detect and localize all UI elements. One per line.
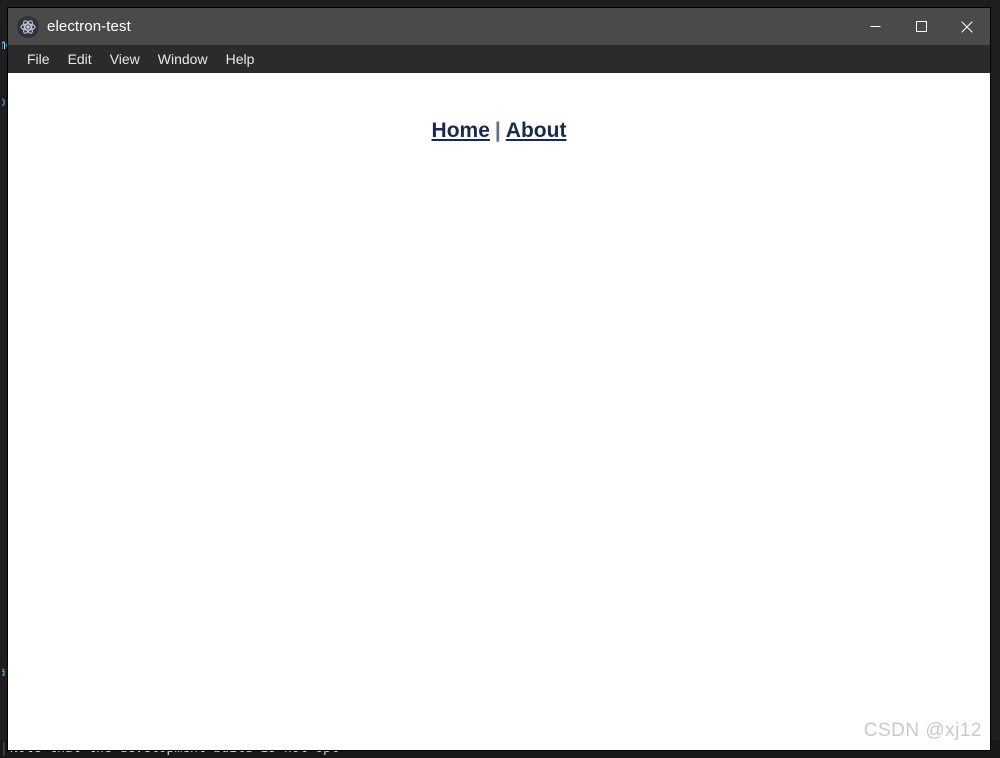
page-nav: Home | About [8,119,990,143]
maximize-icon [915,21,927,32]
nav-link-home[interactable]: Home [432,119,490,142]
maximize-button[interactable] [898,8,944,45]
window-title-text: electron-test [47,18,131,35]
editor-gutter [0,0,2,758]
close-button[interactable] [944,8,990,45]
minimize-button[interactable] [852,8,898,45]
web-page-content: Home | About CSDN @xj12 [8,73,990,750]
close-icon [961,20,973,33]
menu-item-file[interactable]: File [18,48,59,70]
electron-app-window: electron-test File Edit View Window Help… [8,8,990,750]
nav-link-about[interactable]: About [506,119,567,142]
menu-item-view[interactable]: View [101,48,149,70]
electron-atom-icon [17,15,39,38]
menu-item-edit[interactable]: Edit [59,48,101,70]
nav-separator: | [494,119,501,142]
menu-item-help[interactable]: Help [217,48,264,70]
csdn-watermark: CSDN @xj12 [863,720,982,741]
application-menu-bar: File Edit View Window Help [8,45,990,73]
minimize-icon [870,26,880,27]
screen-root: ame: 'home' co a la / / / co i r [0,0,1000,758]
window-title-bar[interactable]: electron-test [8,8,990,45]
menu-item-window[interactable]: Window [149,48,217,70]
